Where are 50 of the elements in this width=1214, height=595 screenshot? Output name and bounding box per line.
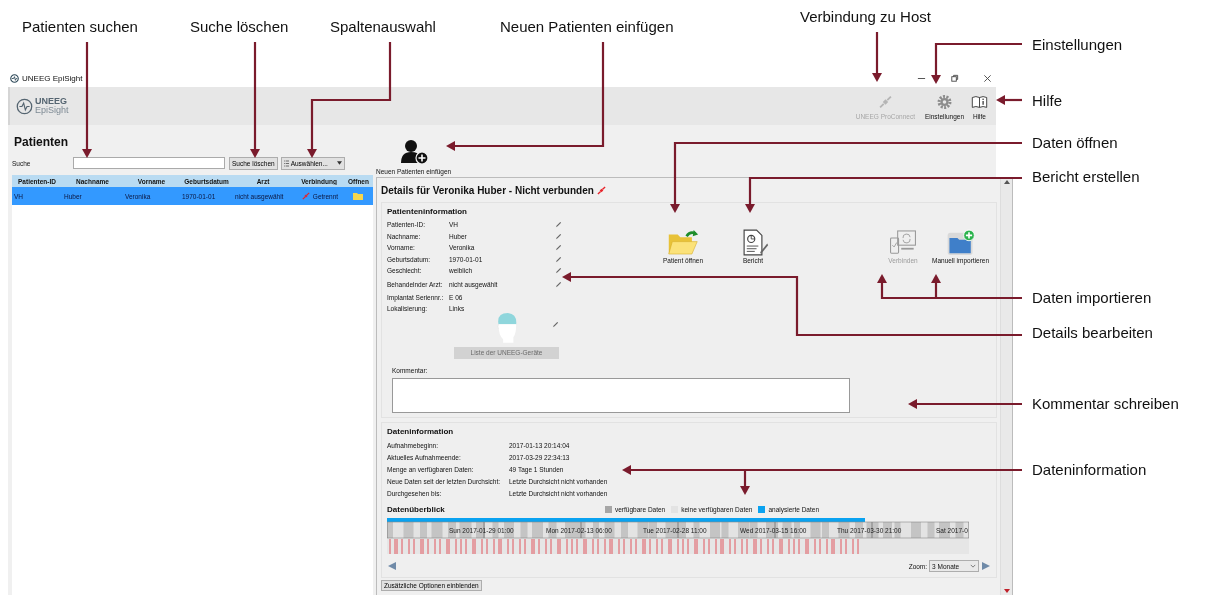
callout-label: Einstellungen — [1032, 36, 1123, 53]
callout-label: Daten öffnen — [1032, 134, 1118, 151]
callout-label: Dateninformation — [1032, 461, 1147, 478]
callout-label: Details bearbeiten — [1032, 324, 1153, 341]
window-title: UNEEG EpiSight — [22, 74, 83, 83]
scroll-left-icon[interactable] — [387, 561, 397, 571]
callout-label: Bericht erstellen — [1032, 168, 1140, 185]
callout-label: Suche löschen — [190, 18, 289, 35]
patients-title: Patienten — [14, 135, 69, 151]
pencil-icon[interactable] — [555, 221, 562, 229]
section-title: Patienteninformation — [387, 207, 468, 216]
comment-field[interactable] — [392, 377, 850, 413]
app-logo-icon — [10, 74, 19, 83]
callout-label: Spaltenauswahl — [330, 18, 436, 35]
callout-label: Patienten suchen — [22, 18, 138, 35]
restore-icon[interactable] — [950, 74, 959, 83]
plug-icon — [301, 192, 310, 200]
pencil-icon[interactable] — [555, 244, 562, 252]
logo-icon — [16, 97, 33, 115]
pencil-icon[interactable] — [555, 232, 562, 240]
list-icon — [283, 159, 289, 167]
callout-label: Hilfe — [1032, 92, 1062, 109]
details-title: Details für Veronika Huber - Nicht verbunden — [381, 184, 594, 196]
pencil-icon[interactable] — [555, 280, 562, 288]
scroll-down-icon[interactable] — [1003, 589, 1010, 593]
scroll-up-icon[interactable] — [1003, 180, 1010, 184]
search-field[interactable] — [73, 157, 225, 169]
plug-icon — [596, 185, 606, 195]
chevron-icon — [970, 564, 977, 568]
callout-arrow — [996, 95, 1022, 105]
scrollbar[interactable] — [1000, 178, 1013, 595]
callout-label: Verbindung zu Host — [800, 8, 931, 25]
logo-product: EpiSight — [35, 106, 69, 115]
add-person-icon — [398, 139, 429, 165]
gear-icon — [935, 92, 954, 111]
device-sync-icon — [887, 229, 919, 256]
scroll-right-icon[interactable] — [981, 561, 992, 571]
section-title: Dateninformation — [387, 427, 455, 436]
callout-arrow — [872, 32, 882, 82]
callout-label: Kommentar schreiben — [1032, 395, 1179, 412]
folder-arrow-icon — [667, 229, 699, 256]
close-icon[interactable] — [983, 74, 992, 83]
caret-icon — [336, 161, 342, 165]
logo-brand: UNEEG — [35, 97, 68, 106]
overview-title: Datenüberblick — [387, 504, 446, 514]
callout-label: Neuen Patienten einfügen — [500, 18, 674, 35]
pencil-icon[interactable] — [555, 255, 562, 263]
pencil-icon[interactable] — [555, 267, 562, 275]
callout-label: Daten importieren — [1032, 289, 1152, 306]
pencil-icon[interactable] — [552, 320, 559, 328]
